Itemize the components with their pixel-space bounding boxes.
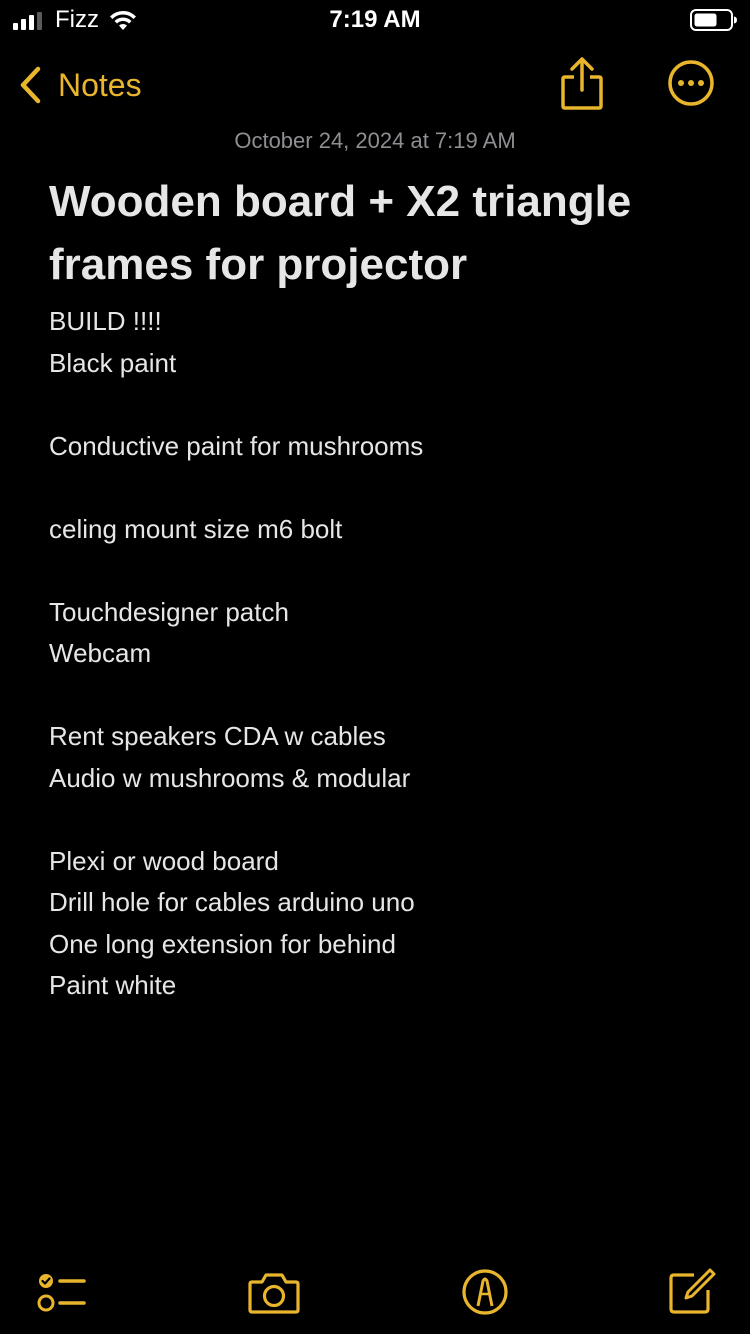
share-icon[interactable] [558, 56, 606, 112]
note-line: Drill hole for cables arduino uno [49, 887, 415, 917]
note-line: Black paint [49, 347, 177, 378]
note-blank-line [49, 675, 709, 717]
note-title[interactable]: Wooden board + X2 triangle frames for pr… [49, 170, 709, 296]
more-icon[interactable] [666, 58, 716, 108]
note-line: BUILD !!!! [49, 306, 162, 336]
camera-icon[interactable] [246, 1268, 302, 1316]
markup-icon[interactable] [457, 1268, 513, 1316]
compose-icon[interactable] [664, 1268, 720, 1316]
note-blank-line [49, 384, 709, 426]
back-to-notes-button[interactable]: Notes [16, 60, 142, 110]
note-line: Webcam [49, 638, 152, 668]
battery-icon [690, 9, 737, 31]
chevron-left-icon [20, 66, 41, 104]
note-blank-line [49, 799, 709, 841]
status-bar: Fizz 7:19 AM [0, 0, 750, 40]
bottom-toolbar [0, 1250, 750, 1334]
note-line: celing mount size m6 bolt [49, 513, 343, 544]
note-line: Rent speakers CDA w cables [49, 721, 386, 751]
note-line: One long extension for behind [49, 928, 396, 959]
note-line: Audio w mushrooms & modular [49, 762, 411, 793]
note-line: Conductive paint for mushrooms [49, 430, 424, 461]
note-line: Touchdesigner patch [49, 596, 289, 627]
note-line: Plexi or wood board [49, 845, 279, 876]
note-body[interactable]: BUILD !!!! Black paint Conductive paint fo… [49, 301, 709, 1007]
note-date: October 24, 2024 at 7:19 AM [234, 128, 516, 153]
note-line: Paint white [49, 970, 177, 1000]
checklist-icon[interactable] [34, 1268, 90, 1316]
back-label: Notes [58, 66, 142, 103]
note-blank-line [49, 550, 709, 592]
status-time: 7:19 AM [329, 6, 421, 33]
note-blank-line [49, 467, 709, 509]
navigation-bar: Notes [0, 50, 750, 120]
